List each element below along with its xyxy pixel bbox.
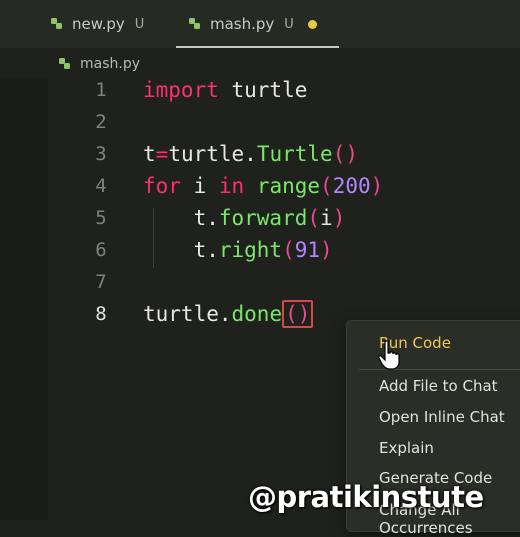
line-number: 2 (95, 111, 107, 133)
tab-label: mash.py (210, 15, 275, 33)
line-number: 4 (95, 175, 107, 197)
line-number: 5 (95, 207, 107, 229)
code-text: for i in range(200) (143, 174, 384, 198)
line-number: 8 (95, 303, 107, 325)
active-tab-indicator (176, 46, 339, 48)
breadcrumb[interactable]: mash.py (58, 53, 140, 75)
python-file-icon (59, 58, 70, 69)
tab-mash-py[interactable]: mash.py U (176, 0, 339, 48)
unsaved-dot-icon[interactable] (307, 19, 317, 29)
tab-bar: new.py U mash.py U (0, 0, 520, 48)
code-text: turtle.done() (143, 300, 314, 328)
tab-label: new.py (72, 15, 125, 33)
menu-item-add-file-to-chat[interactable]: Add File to Chat (379, 377, 498, 395)
menu-item-explain[interactable]: Explain (379, 439, 434, 457)
bracket-match-highlight: () (282, 300, 314, 328)
breadcrumb-file: mash.py (80, 56, 141, 72)
line-number: 1 (95, 79, 107, 101)
untracked-badge: U (134, 16, 145, 32)
line-number: 6 (95, 239, 107, 261)
code-text: import turtle (143, 78, 308, 102)
untracked-badge: U (284, 16, 294, 32)
line-number: 7 (95, 271, 107, 293)
python-file-icon (189, 18, 200, 29)
gutter (0, 78, 48, 520)
code-text: t=turtle.Turtle() (143, 142, 358, 166)
watermark-handle: @pratikinstute (248, 480, 484, 514)
python-file-icon (51, 18, 62, 29)
hand-pointer-icon (378, 340, 400, 370)
menu-item-open-inline-chat[interactable]: Open Inline Chat (379, 408, 505, 426)
line-number: 3 (95, 143, 107, 165)
code-text: t.forward(i) (143, 206, 346, 230)
code-text: t.right(91) (143, 238, 333, 262)
tab-new-py[interactable]: new.py U (50, 0, 144, 48)
